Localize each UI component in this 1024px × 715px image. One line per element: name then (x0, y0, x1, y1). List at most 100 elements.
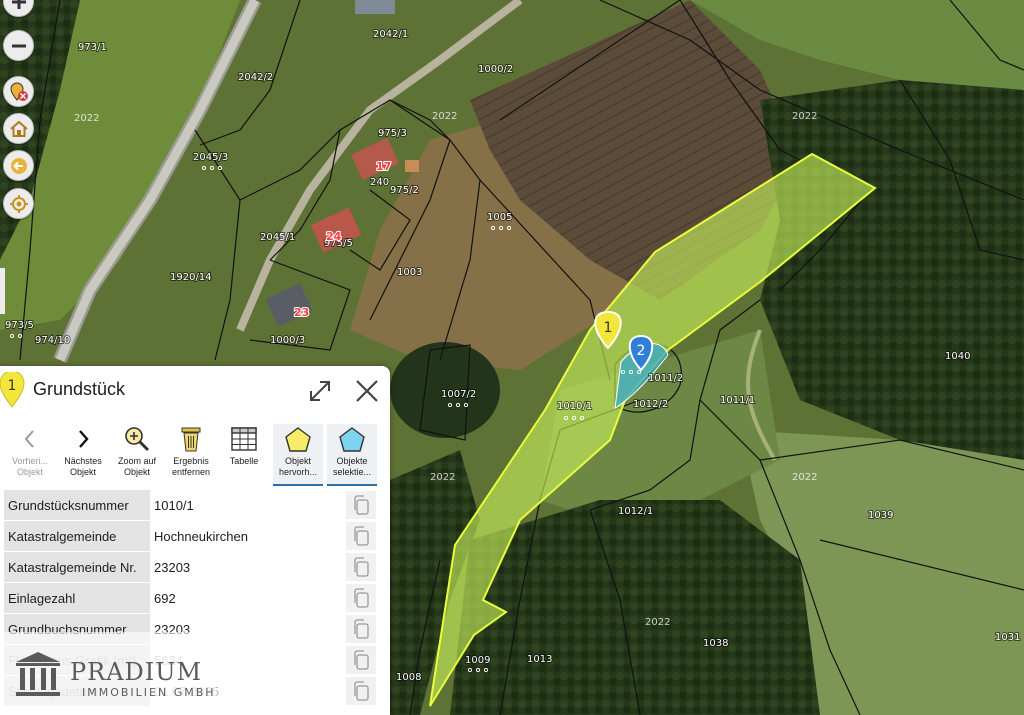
panel-toolbar: Vorheri... Objekt Nächstes Objekt Zoom a… (0, 424, 390, 490)
arrow-left-icon (10, 157, 27, 174)
pentagon-yellow-icon (285, 427, 311, 452)
parcel-label: 1920/14 (170, 272, 212, 283)
copy-button[interactable] (346, 491, 376, 519)
zoom-in-icon (125, 427, 150, 452)
expand-button[interactable] (306, 377, 334, 405)
parcel-label: 1038 (703, 638, 728, 649)
copy-icon (354, 619, 369, 639)
watermark-subtitle: IMMOBILIEN GMBH (82, 686, 216, 699)
tool-label: Zoom auf Objekt (117, 456, 157, 477)
home-icon (9, 120, 28, 137)
copy-button[interactable] (346, 522, 376, 550)
parcel-label: 974/10 (35, 335, 70, 346)
table-button[interactable]: Tabelle (219, 424, 269, 486)
close-button[interactable] (352, 376, 382, 406)
parcel-label: 1009 (465, 655, 490, 666)
locate-button[interactable] (3, 188, 34, 219)
copy-button[interactable] (346, 553, 376, 581)
parcel-label: 1003 (397, 267, 422, 278)
zone-label: 2022 (792, 472, 817, 483)
copy-button[interactable] (346, 615, 376, 643)
minus-icon (11, 44, 26, 47)
table-row: Grundstücksnummer 1010/1 (4, 490, 376, 521)
tool-label: Nächstes Objekt (64, 456, 102, 477)
house-number: 24 (326, 230, 342, 243)
parcel-label: 1005 (487, 212, 512, 223)
expand-icon (310, 381, 330, 401)
parcel-label: 1039 (868, 510, 893, 521)
zone-label: 2022 (430, 472, 455, 483)
plus-icon (11, 0, 26, 9)
zoom-out-button[interactable] (3, 30, 34, 61)
parcel-label: 1011/1 (720, 395, 755, 406)
parcel-label: 1012/1 (618, 506, 653, 517)
attribute-value: 1010/1 (150, 490, 344, 520)
copy-button[interactable] (346, 677, 376, 705)
parcel-label: 2045/1 (260, 232, 295, 243)
remove-marker-button[interactable] (3, 76, 34, 107)
columns-logo-icon (16, 652, 60, 696)
remove-result-button[interactable]: Ergebnis entfernen (166, 424, 216, 486)
parcel-label: 2045/3 (193, 152, 228, 163)
zone-label: 2022 (74, 113, 99, 124)
copy-button[interactable] (346, 584, 376, 612)
parcel-label: 1000/3 (270, 335, 305, 346)
parcel-label: 1031 (995, 632, 1020, 643)
back-button[interactable] (3, 150, 34, 181)
chevron-left-icon (24, 430, 34, 448)
parcel-label: 973/5 (5, 320, 34, 331)
next-object-button[interactable]: Nächstes Objekt (58, 424, 108, 486)
parcel-label: 2042/1 (373, 29, 408, 40)
tool-label: Objekte selektie... (332, 456, 372, 477)
copy-button[interactable] (346, 646, 376, 674)
parcel-label: 2042/2 (238, 72, 273, 83)
attribute-key: Katastralgemeinde (4, 521, 150, 551)
attribute-key: Grundstücksnummer (4, 490, 150, 520)
tool-label: Objekt hervorh... (278, 456, 318, 477)
table-row: Katastralgemeinde Hochneukirchen (4, 521, 376, 552)
parcel-label: 1040 (945, 351, 970, 362)
map-marker-2-label: 2 (637, 343, 646, 359)
parcel-label: 1010/1 (557, 401, 592, 412)
pentagon-blue-icon (339, 427, 365, 452)
copy-icon (354, 681, 369, 701)
pin-remove-icon (9, 82, 28, 101)
attribute-key: Katastralgemeinde Nr. (4, 552, 150, 582)
copy-icon (354, 526, 369, 546)
table-row: Katastralgemeinde Nr. 23203 (4, 552, 376, 583)
zone-label: 2022 (792, 111, 817, 122)
tool-label: Ergebnis entfernen (171, 456, 211, 477)
copy-icon (354, 588, 369, 608)
panel-title: Grundstück (33, 379, 126, 399)
zoom-to-object-button[interactable]: Zoom auf Objekt (112, 424, 162, 486)
house-number: 23 (294, 306, 309, 319)
parcel-label: 975/3 (378, 128, 407, 139)
zone-label: 2022 (645, 617, 670, 628)
marker-1-number: 1 (8, 378, 17, 394)
copy-icon (354, 495, 369, 515)
copy-icon (354, 557, 369, 577)
copy-icon (354, 650, 369, 670)
trash-icon (181, 427, 201, 452)
map-marker-1-label: 1 (604, 320, 613, 336)
watermark-brand: PRADIUM (70, 658, 203, 686)
previous-object-button[interactable]: Vorheri... Objekt (5, 424, 55, 486)
home-button[interactable] (3, 113, 34, 144)
parcel-label: 973/1 (78, 42, 107, 53)
watermark: PRADIUM IMMOBILIEN GMBH (2, 632, 216, 712)
side-tab[interactable] (0, 268, 5, 314)
parcel-label: 240 (370, 177, 389, 188)
panel-header: 1 Grundstück (0, 366, 390, 414)
parcel-label: 1012/2 (633, 399, 668, 410)
parcel-label: 1008 (396, 672, 421, 683)
house-number: 17 (376, 160, 391, 173)
attribute-value: Hochneukirchen (150, 521, 344, 551)
close-icon (356, 380, 378, 402)
marker-1-icon: 1 (0, 372, 25, 408)
chevron-right-icon (79, 430, 89, 448)
select-object-button[interactable]: Objekte selektie... (327, 424, 377, 486)
parcel-label: 975/2 (390, 185, 419, 196)
parcel-label: 1013 (527, 654, 552, 665)
highlight-object-button[interactable]: Objekt hervorh... (273, 424, 323, 486)
tool-label: Tabelle (229, 456, 259, 466)
